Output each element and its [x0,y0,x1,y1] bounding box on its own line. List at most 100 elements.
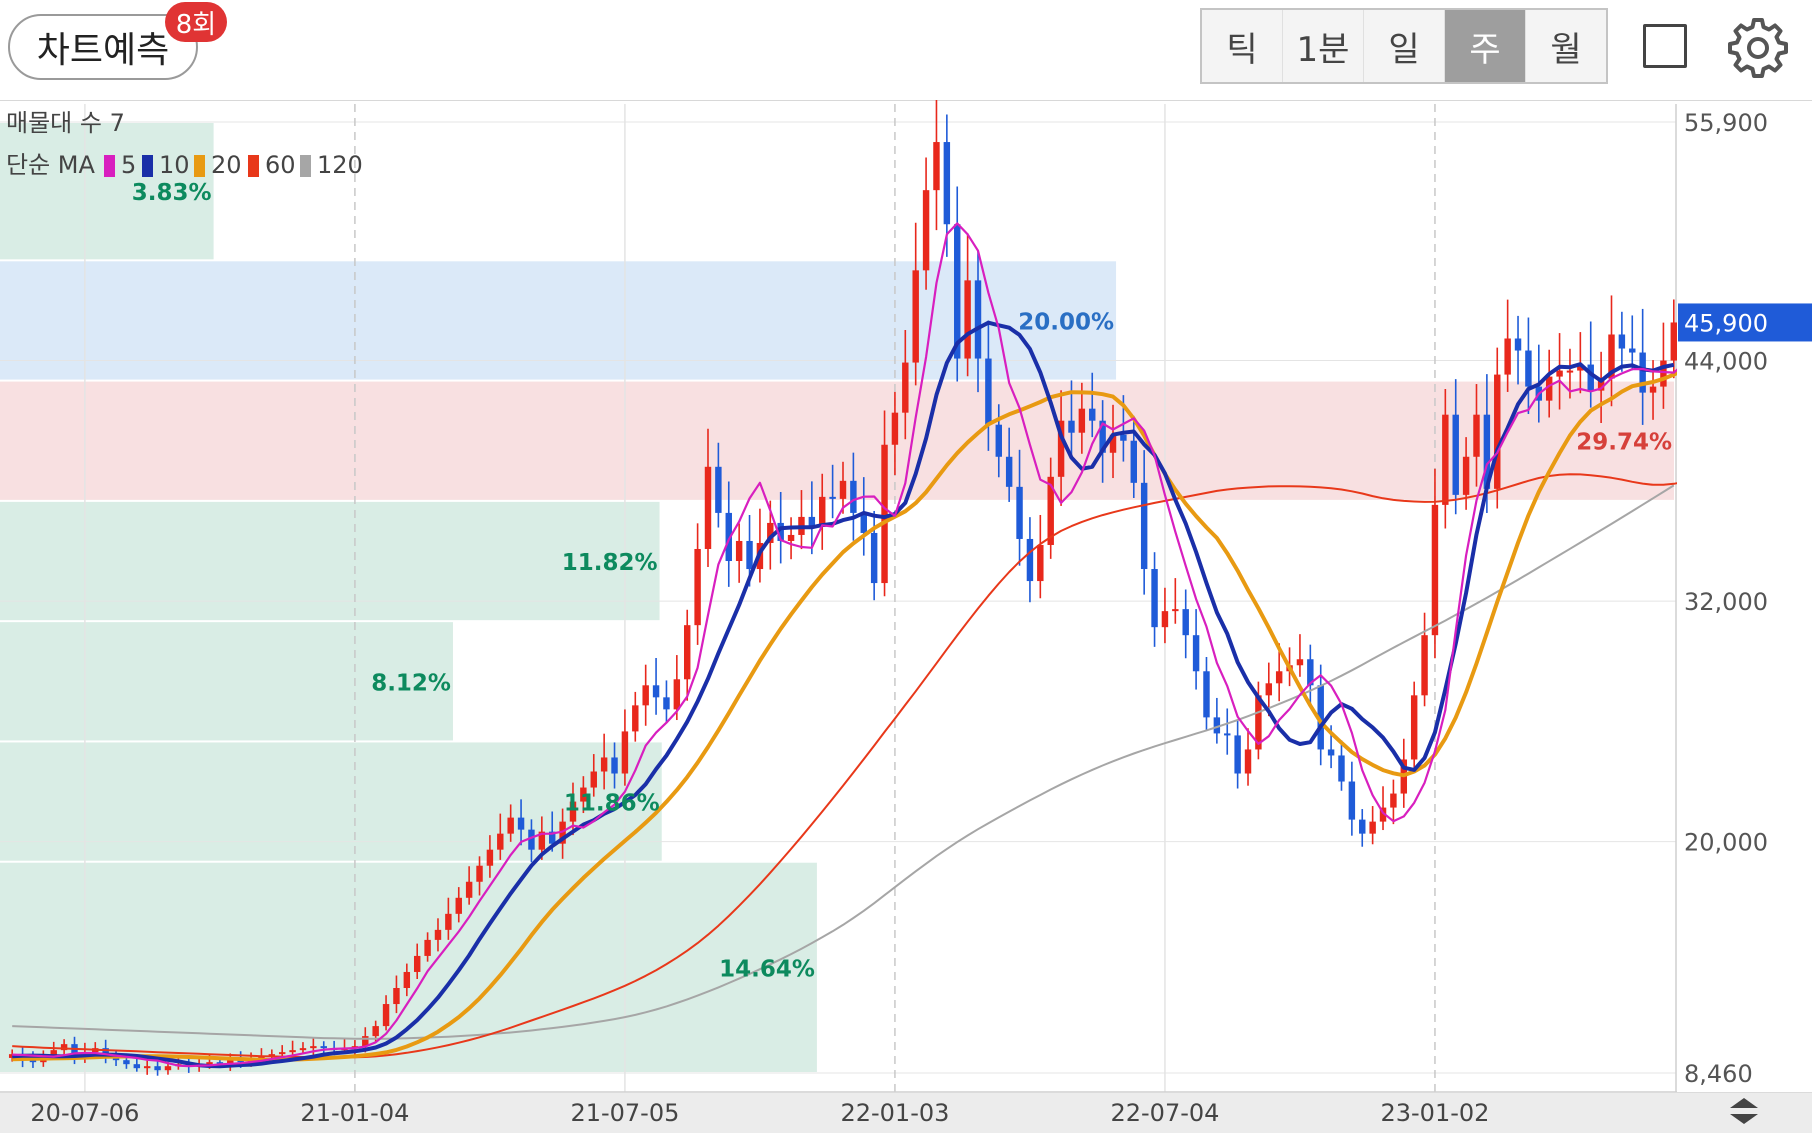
candle-body [985,358,992,425]
candle-body [1224,733,1231,736]
candle-body [704,466,712,549]
ma10-swatch [142,155,153,177]
ma5-swatch [104,155,115,177]
candle-body [1338,755,1345,782]
candle-body [1421,635,1428,696]
predict-count-badge: 8회 [165,2,227,42]
candle-body [1494,374,1501,489]
volume-profile-band [0,501,660,621]
candle-body [912,270,919,363]
ma20-legend-label: 20 [211,151,242,179]
period-selector: 틱 1분 일 주 월 [1200,8,1608,84]
ma120-swatch [300,155,311,177]
date-tick-label: 22-07-04 [1110,1099,1219,1127]
candle-body [1275,671,1283,684]
price-tick-label: 20,000 [1684,829,1768,857]
candle-body [1265,683,1273,696]
candle-body [632,705,639,732]
candle-body [902,362,909,413]
candle-body [1431,504,1439,636]
candle-body [850,480,857,513]
candle-body [1016,486,1023,539]
square-icon[interactable] [1643,24,1687,68]
candle-body [164,1066,172,1071]
period-tab-tick[interactable]: 틱 [1202,10,1283,82]
period-tab-week[interactable]: 주 [1445,10,1526,82]
candle-body [715,466,722,513]
candle-body [922,190,930,271]
candle-body [465,881,473,898]
candle-body [1172,609,1179,612]
candle-body [1660,360,1667,387]
ma20-swatch [194,155,205,177]
price-tick-label: 8,460 [1684,1060,1753,1088]
volume-profile-percent: 11.86% [564,791,660,817]
candle-body [694,548,701,626]
candle-body [1026,538,1034,582]
candle-body [1504,338,1511,375]
candle-body [1639,352,1646,393]
candle-body [1410,695,1418,760]
volume-profile-band [0,381,1674,500]
candle-body [143,1066,151,1069]
ma5-legend-label: 5 [121,151,136,179]
candle-body [1566,370,1574,373]
period-tab-1min[interactable]: 1분 [1283,10,1364,82]
date-tick-label: 22-01-03 [840,1099,949,1127]
candle-body [1244,749,1252,774]
candle-body [424,939,431,956]
period-tab-day[interactable]: 일 [1364,10,1445,82]
candle-body [445,913,452,930]
candle-body [1514,338,1522,351]
ma60-swatch [248,155,259,177]
stock-chart[interactable]: 3.83% 20.00% 29.74% 11.82% 8.12% 11.86% 14.64%… [0,94,1812,1133]
candle-body [995,424,1002,457]
candle-body [881,444,888,584]
candle-body [1629,348,1636,353]
candle-body [1649,386,1657,393]
volume-profile-percent: 14.64% [719,956,815,982]
ma10-legend-label: 10 [159,151,190,179]
volume-profile-percent: 3.83% [132,180,212,206]
ma120-legend-label: 120 [317,151,363,179]
current-price-label: 45,900 [1684,309,1768,337]
candle-body [1369,821,1376,834]
candle-body [1327,749,1335,756]
candle-body [1078,408,1086,433]
ma-legend-prefix: 단순 MA [6,151,95,179]
period-tab-month[interactable]: 월 [1526,10,1606,82]
candle-body [403,971,411,989]
candle-body [1068,420,1075,433]
volume-profile-percent: 29.74% [1576,430,1672,456]
candle-body [1037,544,1044,582]
date-tick-label: 23-01-02 [1380,1099,1489,1127]
price-tick-label: 44,000 [1684,348,1768,376]
candle-body [684,625,691,680]
candle-body [517,817,525,830]
candle-body [1525,350,1532,387]
price-axis: 55,900 44,000 32,000 20,000 8,460 45,900 [1677,104,1812,1092]
candle-body [1234,735,1241,774]
candle-body [320,1046,327,1049]
candle-body [1182,609,1189,636]
candle-body [673,679,681,710]
candle-body [1161,611,1169,628]
volume-profile-percent: 11.82% [562,550,658,576]
candle-body [974,280,982,359]
top-toolbar: 차트예측 8회 틱 1분 일 주 월 [0,0,1812,101]
candle-body [891,412,899,445]
candle-body [787,534,795,541]
candle-body [455,897,462,914]
ma60-legend-label: 60 [265,151,296,179]
candle-body [1670,322,1678,361]
candle-body [310,1046,317,1049]
candle-body [870,532,878,584]
candle-body [829,496,836,499]
chart-predict-label: 차트예측 [36,30,170,71]
gear-icon[interactable] [1726,14,1790,78]
candle-body [611,757,618,774]
candle-body [1296,659,1304,666]
candle-body [1462,456,1470,495]
candle-body [154,1066,161,1071]
candle-body [954,224,961,359]
